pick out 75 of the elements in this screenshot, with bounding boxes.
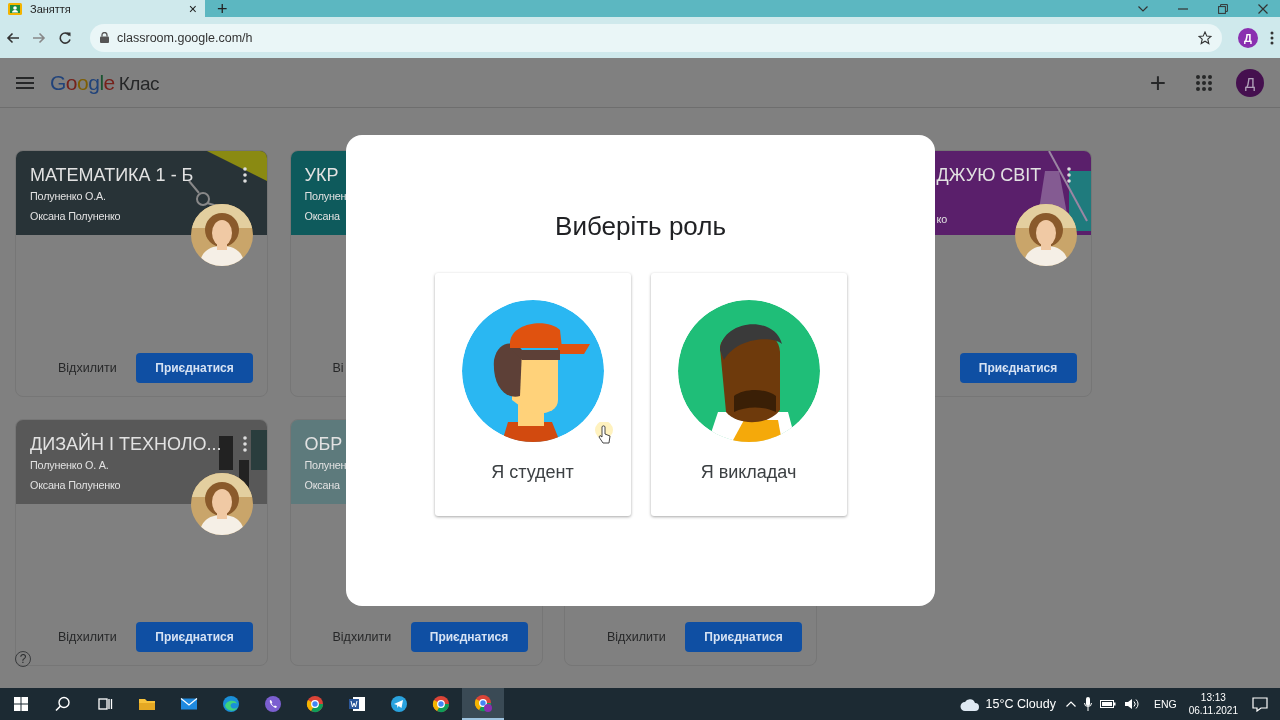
browser-icon[interactable] xyxy=(222,695,240,713)
start-icon[interactable] xyxy=(12,695,30,713)
profile-avatar[interactable]: Д xyxy=(1238,27,1258,48)
dialog-title: Виберіть роль xyxy=(555,211,726,243)
language-indicator[interactable]: ENG xyxy=(1153,698,1177,710)
close-icon[interactable] xyxy=(1258,3,1268,14)
class-title[interactable]: ДЖУЮ СВІТ xyxy=(936,163,1042,187)
google-logo: Google xyxy=(50,70,115,95)
volume-icon[interactable] xyxy=(1123,698,1140,710)
join-button[interactable]: Приєднатися xyxy=(959,353,1077,383)
more-options-icon[interactable] xyxy=(1270,30,1274,45)
create-button[interactable]: + xyxy=(1143,67,1172,98)
account-avatar[interactable]: Д xyxy=(1236,68,1264,97)
back-arrow-icon[interactable] xyxy=(6,31,20,44)
reload-icon[interactable] xyxy=(58,30,72,45)
teacher-name: Оксана xyxy=(304,479,340,491)
more-options-icon[interactable] xyxy=(1066,167,1071,183)
close-tab-button[interactable]: × xyxy=(188,1,197,16)
class-title[interactable]: МАТЕМАТИКА 1 - Б xyxy=(30,163,194,187)
decline-button[interactable]: Відхилити xyxy=(318,622,406,652)
circle-app-icon[interactable] xyxy=(306,695,324,713)
search-icon[interactable] xyxy=(54,695,72,713)
address-bar[interactable]: classroom.google.com/h xyxy=(90,23,1222,52)
join-button[interactable]: Приєднатися xyxy=(136,353,253,383)
join-button[interactable]: Приєднатися xyxy=(410,622,528,652)
teacher-name: Оксана Полуненко xyxy=(30,210,121,222)
document-app-icon[interactable] xyxy=(348,695,366,713)
cloud-icon xyxy=(959,697,980,711)
weather-text[interactable]: 15°C Cloudy xyxy=(985,697,1056,711)
chevron-up-icon[interactable] xyxy=(1065,701,1076,707)
more-options-icon[interactable] xyxy=(243,436,247,452)
role-card[interactable]: Я викладач xyxy=(650,273,847,516)
menu-icon[interactable] xyxy=(16,76,34,89)
star-icon[interactable] xyxy=(1198,30,1212,45)
teacher-name: ко xyxy=(936,213,947,225)
join-button[interactable]: Приєднатися xyxy=(685,622,802,652)
phone-app-icon[interactable] xyxy=(264,695,282,713)
microphone-icon[interactable] xyxy=(1083,697,1092,711)
decline-button[interactable]: Відхилити xyxy=(44,622,131,652)
restore-icon[interactable] xyxy=(1218,3,1228,14)
apps-grid-icon[interactable] xyxy=(1196,74,1212,91)
forward-arrow-icon[interactable] xyxy=(32,31,46,44)
class-section: Полунен xyxy=(304,459,347,471)
mail-icon[interactable] xyxy=(180,695,198,713)
task-view-icon[interactable] xyxy=(96,695,114,713)
new-tab-button[interactable]: + xyxy=(215,0,230,17)
circle-app-icon[interactable] xyxy=(432,695,450,713)
chevron-down-icon[interactable] xyxy=(1138,5,1148,12)
clock-date[interactable]: 06.11.2021 xyxy=(1188,704,1238,717)
lock-icon xyxy=(100,32,109,43)
class-section: Полунен xyxy=(304,190,347,202)
browser-tab[interactable]: Заняття × xyxy=(0,0,205,17)
class-title[interactable]: ОБР xyxy=(304,432,343,456)
battery-icon[interactable] xyxy=(1099,699,1116,709)
paper-plane-icon[interactable] xyxy=(390,695,408,713)
classroom-favicon-icon xyxy=(8,2,22,15)
more-options-icon[interactable] xyxy=(243,167,247,183)
class-title[interactable]: ДИЗАЙН І ТЕХНОЛО... xyxy=(30,432,222,456)
circle-app-icon[interactable] xyxy=(474,694,492,712)
class-section: Полуненко О.А. xyxy=(30,190,106,202)
cursor-icon xyxy=(593,422,616,446)
product-name: Клас xyxy=(118,72,159,95)
decline-button[interactable]: Відхилити xyxy=(44,353,131,383)
teacher-name: Оксана Полуненко xyxy=(30,479,121,491)
role-card[interactable]: Я студент xyxy=(434,273,631,516)
teacher-name: Оксана xyxy=(304,210,340,222)
class-title[interactable]: УКР xyxy=(304,163,339,187)
class-section: Полуненко О. А. xyxy=(30,459,109,471)
decline-button[interactable]: Відхилити xyxy=(593,622,680,652)
url-text: classroom.google.com/h xyxy=(117,30,254,45)
notifications-icon[interactable] xyxy=(1252,696,1268,712)
decline-button[interactable]: Ві xyxy=(318,353,358,383)
minimize-icon[interactable] xyxy=(1178,7,1188,10)
clock-time[interactable]: 13:13 xyxy=(1200,691,1226,704)
join-button[interactable]: Приєднатися xyxy=(136,622,253,652)
